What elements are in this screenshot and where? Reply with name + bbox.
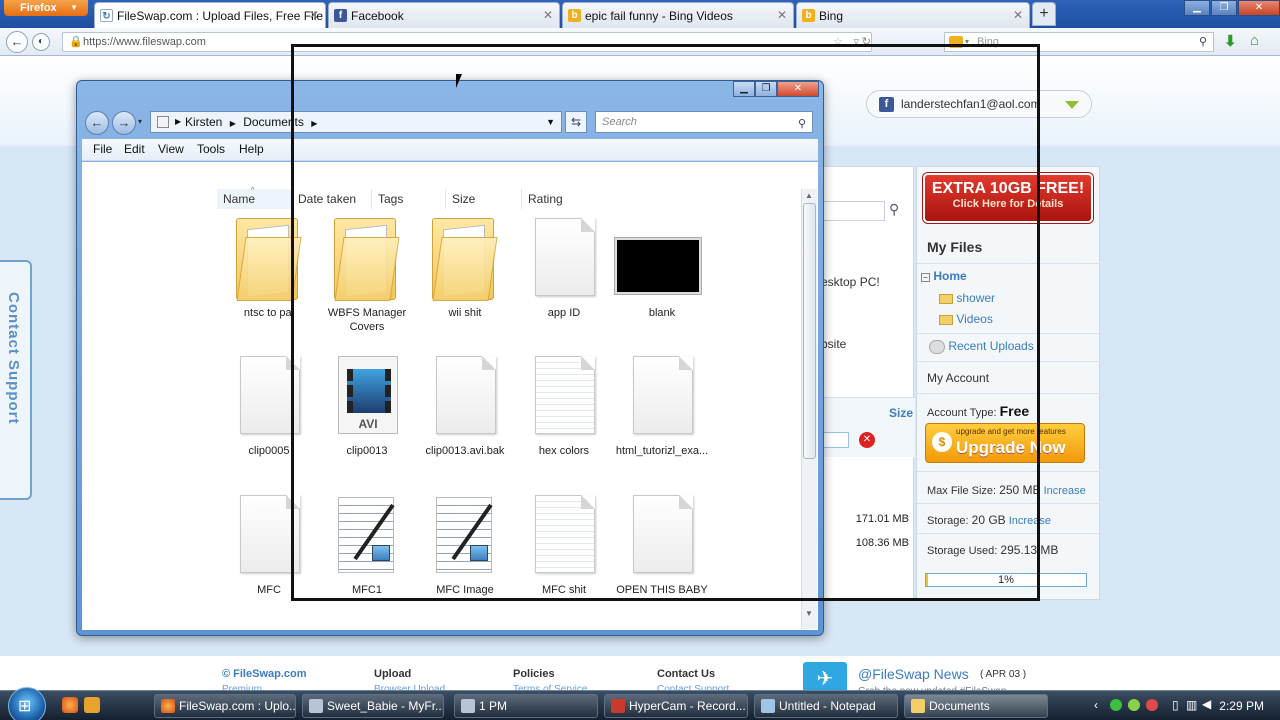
close-icon[interactable]: ✕: [309, 8, 319, 22]
notepad-icon: [761, 699, 775, 713]
site-footer: © FileSwap.com Premium Upload Browser Up…: [0, 656, 1280, 697]
hypercam-icon: [611, 699, 625, 713]
url-text: https://www.fileswap.com: [83, 36, 206, 48]
network-icon[interactable]: ▥: [1186, 698, 1197, 712]
maximize-button[interactable]: ❐: [1211, 0, 1237, 16]
start-button[interactable]: ⊞: [8, 687, 46, 720]
chevron-right-icon: ▶: [175, 117, 182, 126]
chat-icon: [461, 699, 475, 713]
footer-contact-heading: Contact Us: [657, 668, 716, 680]
system-tray: ‹ ▯ ▥ ◀ 2:29 PM: [1090, 691, 1280, 720]
folder-icon: [157, 116, 169, 128]
media-player-icon[interactable]: [84, 697, 100, 713]
taskbar-item-hypercam[interactable]: HyperCam - Record...: [604, 694, 748, 718]
close-icon[interactable]: ✕: [777, 8, 787, 22]
folder-icon: [236, 218, 298, 300]
sort-ascending-icon: ^: [251, 187, 255, 194]
menu-help[interactable]: Help: [239, 142, 264, 156]
menu-file[interactable]: File: [93, 142, 112, 156]
chevron-down-icon: ▼: [70, 3, 78, 12]
firefox-icon: [161, 699, 175, 713]
news-date: ( APR 03 ): [980, 669, 1027, 680]
recording-region-frame: [291, 44, 1040, 601]
firefox-menu-label: Firefox: [20, 2, 57, 14]
identity-icon[interactable]: ◐: [32, 33, 50, 51]
firefox-icon[interactable]: [62, 697, 78, 713]
chevron-down-icon: [1065, 101, 1079, 109]
breadcrumb-kirsten[interactable]: Kirsten: [185, 115, 222, 129]
contact-support-tab[interactable]: Contact Support: [0, 260, 32, 500]
footer-brand[interactable]: © FileSwap.com: [222, 668, 307, 680]
menu-edit[interactable]: Edit: [124, 142, 145, 156]
taskbar-item-messenger[interactable]: Sweet_Babie - MyFr...: [302, 694, 444, 718]
minimize-button[interactable]: ▁: [1184, 0, 1210, 16]
home-icon[interactable]: ⌂: [1250, 32, 1259, 49]
tab-title: Facebook: [351, 9, 404, 23]
battery-icon[interactable]: ▯: [1172, 698, 1179, 712]
bing-icon: b: [802, 9, 815, 22]
column-name[interactable]: Name ^: [217, 187, 292, 209]
tab-bing[interactable]: b Bing ✕: [796, 2, 1030, 28]
forward-button[interactable]: →: [112, 111, 136, 135]
taskbar-item-label: Documents: [929, 699, 990, 713]
back-button[interactable]: ←: [6, 31, 28, 53]
download-icon[interactable]: ⬇: [1224, 32, 1237, 50]
messenger-tray-icon[interactable]: [1110, 699, 1122, 711]
messenger-icon: [309, 699, 323, 713]
news-heading[interactable]: @FileSwap News: [858, 666, 969, 682]
taskbar-item-chat[interactable]: 1 PM: [454, 694, 598, 718]
taskbar-item-label: Untitled - Notepad: [779, 699, 876, 713]
mouse-cursor-icon: [456, 74, 462, 88]
windows-taskbar: ⊞ FileSwap.com : Uplo... Sweet_Babie - M…: [0, 687, 1280, 720]
taskbar-item-label: HyperCam - Record...: [629, 699, 746, 713]
explorer-icon: [911, 699, 925, 713]
back-button[interactable]: ←: [85, 111, 109, 135]
close-icon[interactable]: ✕: [1013, 8, 1023, 22]
taskbar-clock[interactable]: 2:29 PM: [1219, 699, 1264, 713]
browser-tabstrip: Firefox ▼ ↻ FileSwap.com : Upload Files,…: [0, 0, 1280, 28]
footer-policies-heading: Policies: [513, 668, 555, 680]
screen: Firefox ▼ ↻ FileSwap.com : Upload Files,…: [0, 0, 1280, 720]
tab-title: epic fail funny - Bing Videos: [585, 9, 733, 23]
taskbar-item-firefox[interactable]: FileSwap.com : Uplo...: [154, 694, 296, 718]
tab-facebook[interactable]: f Facebook ✕: [328, 2, 560, 28]
facebook-icon: f: [334, 9, 347, 22]
taskbar-item-notepad[interactable]: Untitled - Notepad: [754, 694, 898, 718]
volume-icon[interactable]: ◀: [1202, 697, 1211, 711]
taskbar-item-label: FileSwap.com : Uplo...: [179, 699, 296, 713]
contact-support-label: Contact Support: [5, 292, 22, 425]
new-tab-button[interactable]: +: [1032, 2, 1056, 26]
history-dropdown-icon[interactable]: ▾: [138, 117, 142, 126]
search-icon[interactable]: ⚲: [1199, 33, 1207, 51]
tray-expand-icon[interactable]: ‹: [1094, 698, 1098, 712]
tab-fileswap[interactable]: ↻ FileSwap.com : Upload Files, Free File…: [94, 2, 326, 28]
menu-tools[interactable]: Tools: [197, 142, 225, 156]
taskbar-item-label: Sweet_Babie - MyFr...: [327, 699, 444, 713]
menu-view[interactable]: View: [158, 142, 184, 156]
close-window-button[interactable]: ✕: [1238, 0, 1280, 16]
tab-title: Bing: [819, 9, 844, 23]
footer-upload-heading: Upload: [374, 668, 412, 680]
firefox-menu-button[interactable]: Firefox ▼: [4, 0, 88, 16]
fileswap-icon: ↻: [100, 9, 113, 22]
taskbar-item-label: 1 PM: [479, 699, 508, 713]
scroll-down-icon[interactable]: ▼: [805, 609, 813, 618]
chevron-right-icon: ▶: [229, 119, 236, 128]
windows-logo-icon: ⊞: [18, 698, 32, 715]
increase-link[interactable]: Increase: [1044, 485, 1086, 497]
tab-title: FileSwap.com : Upload Files, Free File .…: [117, 9, 326, 23]
close-icon[interactable]: ✕: [543, 8, 553, 22]
status-tray-icon[interactable]: [1128, 699, 1140, 711]
lock-icon: 🔒: [69, 36, 83, 48]
taskbar-item-documents[interactable]: Documents: [904, 694, 1048, 718]
security-tray-icon[interactable]: [1146, 699, 1158, 711]
tab-bing-videos[interactable]: b epic fail funny - Bing Videos ✕: [562, 2, 794, 28]
bing-icon: b: [568, 9, 581, 22]
